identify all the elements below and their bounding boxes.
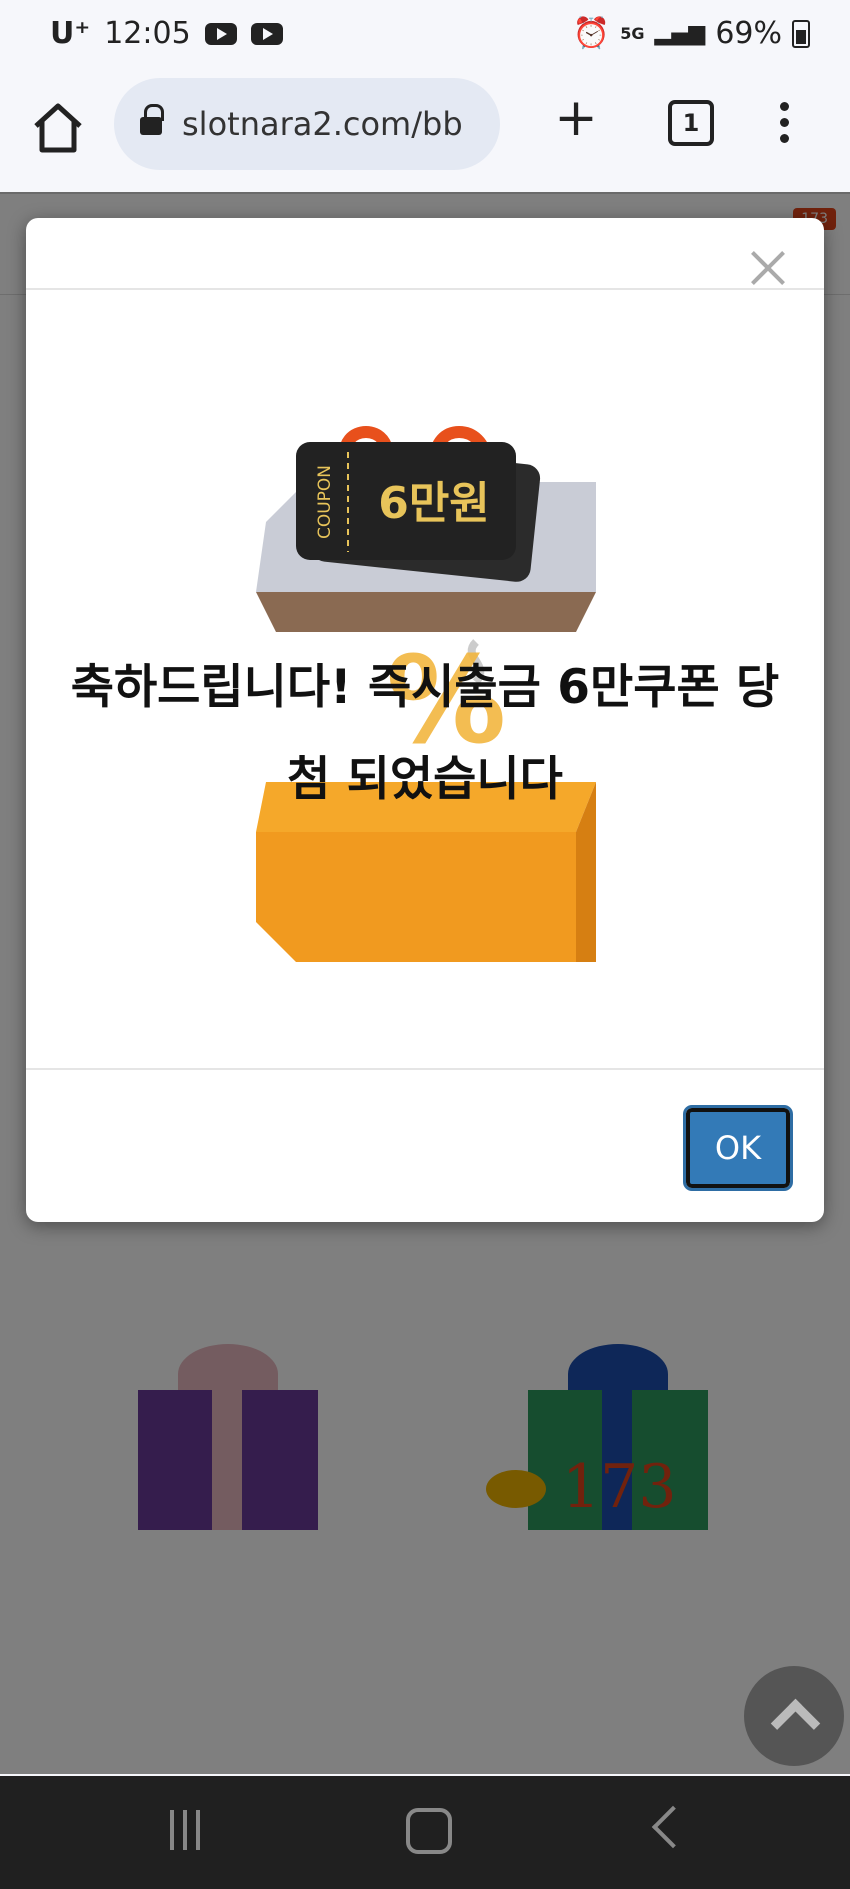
battery-icon	[792, 19, 810, 48]
new-tab-button[interactable]: +	[552, 92, 600, 144]
modal-body: COUPON 6만원 % 축하드립니다! 즉시출금 6만쿠폰 당 첨 되었습니다	[26, 290, 824, 1066]
youtube-icon	[204, 22, 237, 45]
tab-switcher-button[interactable]: 1	[668, 100, 714, 146]
address-bar[interactable]: slotnara2.com/bb	[114, 78, 500, 170]
browser-toolbar: slotnara2.com/bb + 1	[0, 74, 850, 194]
scroll-to-top-button[interactable]	[744, 1666, 844, 1766]
home-icon[interactable]	[30, 100, 86, 156]
message-line-1: 축하드립니다! 즉시출금 6만쿠폰 당	[70, 660, 780, 715]
more-menu-icon[interactable]	[776, 98, 792, 148]
back-icon[interactable]	[651, 1805, 695, 1849]
alarm-icon: ⏰	[572, 16, 611, 51]
network-type: 5G	[620, 24, 645, 43]
modal-header	[26, 218, 824, 290]
ok-button[interactable]: OK	[683, 1105, 793, 1191]
status-bar: U⁺ 12:05 ⏰ 5G ▂▄▆ 69%	[0, 0, 850, 74]
status-left: U⁺ 12:05	[50, 16, 283, 51]
signal-icon: ▂▄▆	[654, 21, 706, 46]
status-right: ⏰ 5G ▂▄▆ 69%	[573, 16, 810, 51]
clock: 12:05	[104, 16, 191, 51]
url-text[interactable]: slotnara2.com/bb	[182, 105, 463, 143]
congrats-message: 축하드립니다! 즉시출금 6만쿠폰 당 첨 되었습니다	[26, 642, 824, 826]
coupon-amount: 6만원	[378, 478, 490, 529]
youtube-icon	[250, 22, 283, 45]
lock-icon	[140, 104, 164, 135]
close-icon[interactable]	[748, 248, 788, 288]
message-line-2: 첨 되었습니다	[287, 752, 563, 807]
modal-footer: OK	[26, 1068, 824, 1222]
coupon-label: COUPON	[315, 465, 335, 539]
recent-apps-icon[interactable]	[170, 1810, 210, 1850]
coupon-modal: COUPON 6만원 % 축하드립니다! 즉시출금 6만쿠폰 당 첨 되었습니다…	[26, 218, 824, 1222]
system-nav-bar	[0, 1776, 850, 1889]
carrier-label: U⁺	[50, 16, 91, 51]
battery-percent: 69%	[715, 16, 782, 51]
home-nav-icon[interactable]	[406, 1808, 452, 1854]
